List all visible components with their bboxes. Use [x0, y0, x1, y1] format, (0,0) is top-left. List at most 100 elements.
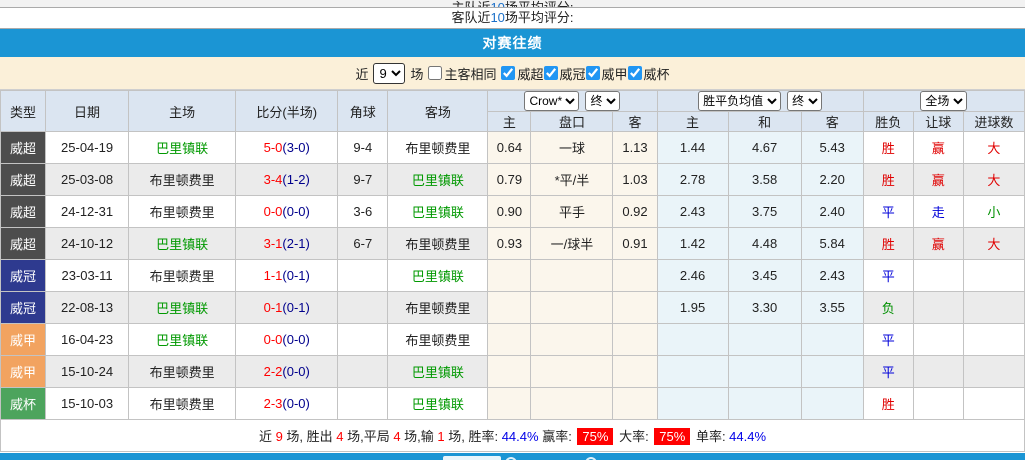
col-header-away: 客场 [388, 91, 488, 132]
same-venue-option[interactable]: 主客相同 [428, 64, 496, 83]
col-header-type: 类型 [1, 91, 46, 132]
euro-odds-draw [728, 324, 801, 356]
summary-row: 近 9 场, 胜出 4 场,平局 4 场,输 1 场, 胜率: 44.4% 赢率… [1, 420, 1025, 452]
same-venue-label: 主客相同 [444, 64, 496, 83]
summary-segment: 单率: [692, 429, 729, 444]
league-label: 威杯 [644, 64, 670, 83]
league-checkbox[interactable] [628, 66, 642, 80]
corner-count [338, 260, 388, 292]
col-header-home: 主场 [129, 91, 236, 132]
league-filter-威超[interactable]: 威超 [501, 64, 543, 83]
league-checkbox[interactable] [586, 66, 600, 80]
away-avg-rating-label: 客队近10场平均评分: [451, 10, 573, 25]
asia-odds-home [488, 260, 531, 292]
euro-odds-home: 2.46 [657, 260, 728, 292]
away-team: 布里顿费里 [388, 292, 488, 324]
europe-odds-select[interactable]: 胜平负均值 [698, 91, 781, 111]
match-score: 2-3(0-0) [236, 388, 338, 420]
asia-odds-away: 0.91 [613, 228, 657, 260]
asia-handicap [531, 388, 613, 420]
corner-count [338, 324, 388, 356]
result-outcome: 平 [863, 260, 913, 292]
match-date: 24-12-31 [46, 196, 129, 228]
asia-handicap: *平/半 [531, 164, 613, 196]
euro-odds-away [801, 388, 863, 420]
match-score: 1-1(0-1) [236, 260, 338, 292]
asia-odds-away: 1.03 [613, 164, 657, 196]
match-score: 0-0(0-0) [236, 324, 338, 356]
result-goals [963, 356, 1024, 388]
sub-header-handicap: 盘口 [531, 112, 613, 132]
section-title: 对赛往绩 [483, 33, 543, 53]
euro-odds-away: 2.40 [801, 196, 863, 228]
europe-time-select[interactable]: 终 [787, 91, 822, 111]
asia-odds-away: 1.13 [613, 132, 657, 164]
asia-odds-away [613, 292, 657, 324]
h2h-table: 类型 日期 主场 比分(半场) 角球 客场 Crow*终 胜平负均值终 全场 主… [0, 90, 1025, 452]
corner-count [338, 356, 388, 388]
sub-header-asia-away: 客 [613, 112, 657, 132]
summary-segment: 44.4% [729, 429, 766, 444]
match-score: 3-1(2-1) [236, 228, 338, 260]
away-team: 布里顿费里 [388, 132, 488, 164]
odds-time-select[interactable]: 终 [585, 91, 620, 111]
result-handicap: 走 [913, 196, 963, 228]
result-goals: 小 [963, 196, 1024, 228]
corner-count: 3-6 [338, 196, 388, 228]
league-type-badge: 威甲 [1, 356, 46, 388]
home-team: 巴里镇联 [129, 292, 236, 324]
result-outcome: 胜 [863, 164, 913, 196]
result-handicap: 赢 [913, 228, 963, 260]
match-date: 25-04-19 [46, 132, 129, 164]
euro-odds-draw: 3.45 [728, 260, 801, 292]
asia-handicap: 一/球半 [531, 228, 613, 260]
summary-text: 近 9 场, 胜出 4 场,平局 4 场,输 1 场, 胜率: 44.4% 赢率… [1, 420, 1025, 452]
euro-odds-draw [728, 356, 801, 388]
home-team: 巴里镇联 [129, 228, 236, 260]
league-filter-威甲[interactable]: 威甲 [586, 64, 628, 83]
asia-odds-away: 0.92 [613, 196, 657, 228]
match-score: 0-0(0-0) [236, 196, 338, 228]
league-checkbox[interactable] [501, 66, 515, 80]
corner-count: 9-4 [338, 132, 388, 164]
summary-segment: 场,平局 [343, 429, 393, 444]
result-handicap: 赢 [913, 132, 963, 164]
league-filter-威冠[interactable]: 威冠 [544, 64, 586, 83]
sub-header-asia-home: 主 [488, 112, 531, 132]
asia-odds-away [613, 356, 657, 388]
euro-odds-away: 2.43 [801, 260, 863, 292]
home-team: 布里顿费里 [129, 356, 236, 388]
scope-select[interactable]: 全场 [920, 91, 967, 111]
result-outcome: 平 [863, 356, 913, 388]
euro-odds-draw: 3.58 [728, 164, 801, 196]
summary-segment: 场, 胜出 [283, 429, 336, 444]
h2h-panel: 主队近10场平均评分: 客队近10场平均评分: 对赛往绩 近 9 场 主客相同 … [0, 0, 1025, 460]
euro-odds-away: 2.20 [801, 164, 863, 196]
summary-segment: 场,输 [401, 429, 438, 444]
same-venue-checkbox[interactable] [428, 66, 442, 80]
asia-odds-home: 0.79 [488, 164, 531, 196]
result-goals: 大 [963, 164, 1024, 196]
match-score: 5-0(3-0) [236, 132, 338, 164]
odds-company-select[interactable]: Crow* [524, 91, 579, 111]
result-handicap [913, 324, 963, 356]
away-team: 布里顿费里 [388, 324, 488, 356]
near-label: 近 [355, 64, 368, 83]
next-section-bar-clipped [0, 453, 1025, 460]
asia-odds-away [613, 260, 657, 292]
corner-count: 9-7 [338, 164, 388, 196]
result-outcome: 平 [863, 324, 913, 356]
euro-odds-home: 2.43 [657, 196, 728, 228]
result-handicap [913, 388, 963, 420]
result-outcome: 平 [863, 196, 913, 228]
matches-label: 场 [410, 64, 423, 83]
match-count-select[interactable]: 9 [373, 63, 405, 84]
league-checkbox[interactable] [544, 66, 558, 80]
league-filter-威杯[interactable]: 威杯 [628, 64, 670, 83]
match-row: 威甲16-04-23巴里镇联0-0(0-0)布里顿费里平 [1, 324, 1025, 356]
away-team: 巴里镇联 [388, 260, 488, 292]
home-team: 布里顿费里 [129, 388, 236, 420]
sub-header-goals-result: 进球数 [963, 112, 1024, 132]
asia-handicap [531, 356, 613, 388]
euro-odds-away: 3.55 [801, 292, 863, 324]
